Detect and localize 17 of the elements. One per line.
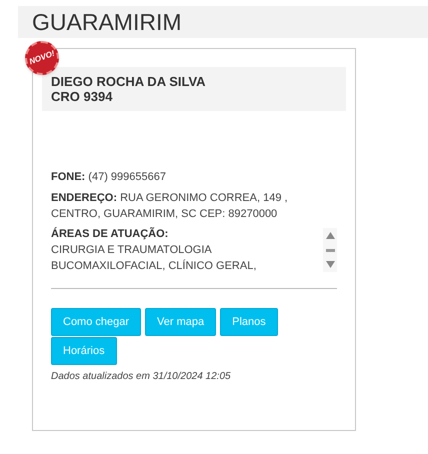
dash-icon xyxy=(326,248,334,252)
areas-text: BUCOMAXILOFACIAL, CLÍNICO GERAL, xyxy=(51,258,256,274)
action-button[interactable]: Como chegar xyxy=(51,308,142,336)
up-arrow-icon xyxy=(326,232,334,239)
address-text: ENDEREÇO: RUA GERONIMO CORREA, 149 , CENTRO, GUARAMIRIM, SC CEP: 89270000 xyxy=(51,191,289,222)
registration-number: CRO 9394 xyxy=(51,89,114,104)
areas-text: CIRURGIA E TRAUMATOLOGIA xyxy=(51,243,213,258)
action-button[interactable]: Planos xyxy=(220,308,278,336)
down-arrow-icon xyxy=(326,261,334,268)
city-heading: GUARAMIRIM xyxy=(32,10,182,34)
dentist-name: DIEGO ROCHA DA SILVA xyxy=(51,74,207,89)
areas-label: ÁREAS DE ATUAÇÃO: xyxy=(51,226,170,242)
scroll-control[interactable] xyxy=(323,228,337,272)
action-button[interactable]: Horários xyxy=(51,337,117,365)
phone-text: FONE: (47) 999655667 xyxy=(51,170,167,185)
action-button[interactable]: Ver mapa xyxy=(145,308,216,336)
updated-text: Dados atualizados em 31/10/2024 12:05 xyxy=(51,370,232,384)
